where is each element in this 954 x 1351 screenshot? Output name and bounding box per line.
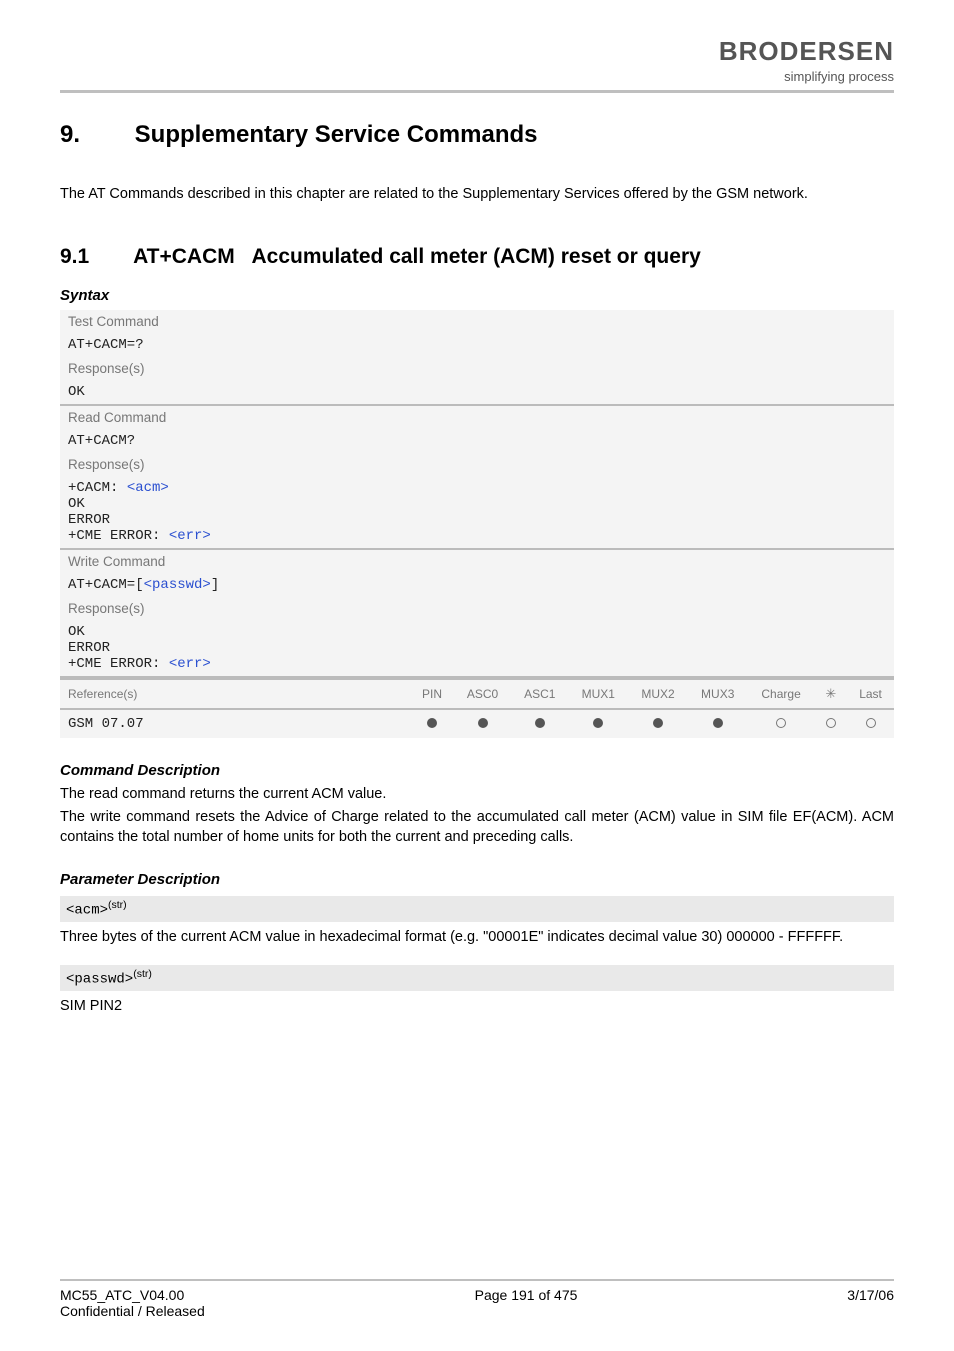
read-response: +CACM: <acm> OK ERROR +CME ERROR: <err> xyxy=(60,476,894,549)
brand-wordmark: BRODERSEN xyxy=(719,36,894,67)
urc-icon: ✳ xyxy=(825,686,836,701)
page-footer: MC55_ATC_V04.00 Confidential / Released … xyxy=(60,1279,894,1319)
command-description-label: Command Description xyxy=(60,762,894,779)
param-acm-type: (str) xyxy=(108,899,127,911)
read-command-label: Read Command xyxy=(60,405,894,429)
cmd-desc-p2: The write command resets the Advice of C… xyxy=(60,808,894,847)
ref-col-asc0: ASC0 xyxy=(454,679,511,709)
chapter-title: Supplementary Service Commands xyxy=(135,121,538,148)
dot-charge xyxy=(748,709,815,738)
brand-tagline: simplifying process xyxy=(719,69,894,84)
responses-label: Response(s) xyxy=(60,597,894,620)
dot-mux2 xyxy=(628,709,688,738)
dot-urc xyxy=(815,709,848,738)
page-header: BRODERSEN simplifying process xyxy=(60,36,894,93)
dot-asc0 xyxy=(454,709,511,738)
dot-asc1 xyxy=(511,709,568,738)
read-command: AT+CACM? xyxy=(60,429,894,453)
footer-classification: Confidential / Released xyxy=(60,1303,205,1319)
footer-left: MC55_ATC_V04.00 Confidential / Released xyxy=(60,1287,205,1319)
section-number: 9.1 xyxy=(60,245,128,269)
syntax-table: Test Command AT+CACM=? Response(s) OK Re… xyxy=(60,310,894,738)
logo: BRODERSEN simplifying process xyxy=(719,36,894,84)
footer-page-number: Page 191 of 475 xyxy=(475,1287,578,1319)
chapter-heading: 9. Supplementary Service Commands xyxy=(60,121,894,149)
footer-date: 3/17/06 xyxy=(847,1287,894,1319)
references-label: Reference(s) xyxy=(60,679,410,709)
chapter-number: 9. xyxy=(60,121,128,149)
ref-col-asc1: ASC1 xyxy=(511,679,568,709)
param-passwd-type: (str) xyxy=(133,968,152,980)
reference-value: GSM 07.07 xyxy=(60,709,410,738)
test-command: AT+CACM=? xyxy=(60,333,894,357)
footer-doc-id: MC55_ATC_V04.00 xyxy=(60,1287,205,1303)
test-command-label: Test Command xyxy=(60,310,894,333)
ref-col-last: Last xyxy=(847,679,894,709)
param-passwd-name: <passwd> xyxy=(66,972,133,988)
cmd-desc-p1: The read command returns the current ACM… xyxy=(60,785,894,805)
section-cmd: AT+CACM xyxy=(133,245,235,268)
ref-col-mux1: MUX1 xyxy=(568,679,628,709)
param-acm-desc: Three bytes of the current ACM value in … xyxy=(60,928,894,948)
ref-col-charge: Charge xyxy=(748,679,815,709)
responses-label: Response(s) xyxy=(60,357,894,380)
parameter-description-label: Parameter Description xyxy=(60,871,894,888)
param-acm-box: <acm>(str) xyxy=(60,896,894,922)
section-title: Accumulated call meter (ACM) reset or qu… xyxy=(252,245,701,268)
section-heading: 9.1 AT+CACM Accumulated call meter (ACM)… xyxy=(60,245,894,269)
write-command: AT+CACM=[<passwd>] xyxy=(60,573,894,597)
write-command-label: Write Command xyxy=(60,549,894,573)
ref-col-urc: ✳ xyxy=(815,679,848,709)
param-passwd-box: <passwd>(str) xyxy=(60,965,894,991)
dot-mux1 xyxy=(568,709,628,738)
responses-label: Response(s) xyxy=(60,453,894,476)
ref-col-pin: PIN xyxy=(410,679,454,709)
chapter-intro: The AT Commands described in this chapte… xyxy=(60,185,894,205)
write-response: OK ERROR +CME ERROR: <err> xyxy=(60,620,894,677)
ref-col-mux3: MUX3 xyxy=(688,679,748,709)
param-passwd-desc: SIM PIN2 xyxy=(60,997,894,1017)
dot-mux3 xyxy=(688,709,748,738)
dot-pin xyxy=(410,709,454,738)
syntax-label: Syntax xyxy=(60,287,894,304)
ref-col-mux2: MUX2 xyxy=(628,679,688,709)
dot-last xyxy=(847,709,894,738)
test-response: OK xyxy=(60,380,894,405)
param-acm-name: <acm> xyxy=(66,903,108,919)
